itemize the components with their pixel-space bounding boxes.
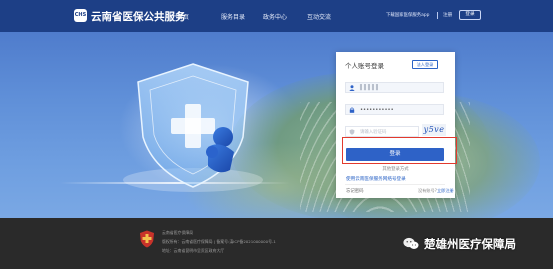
card-divider xyxy=(345,184,445,185)
site-title[interactable]: 云南省医保公共服务 xyxy=(91,9,186,24)
healthcare-security-emblem-icon xyxy=(140,230,154,248)
user-icon xyxy=(349,85,355,91)
legal-person-login-tab[interactable]: 法人登录 xyxy=(412,60,438,69)
captcha-image[interactable]: y5ve xyxy=(422,124,446,136)
nav-home[interactable]: 首页 xyxy=(177,12,189,21)
app-download-link[interactable]: 下载国家医保服务app xyxy=(386,12,429,18)
username-field[interactable]: ▌▌▌▌▌ xyxy=(345,82,444,93)
lock-icon xyxy=(349,107,355,113)
forgot-password-link[interactable]: 忘记密码 xyxy=(346,188,364,194)
username-value: ▌▌▌▌▌ xyxy=(360,84,380,91)
nav-government-center[interactable]: 政务中心 xyxy=(263,12,287,21)
top-header: CHS 云南省医保公共服务 首页 服务目录 政务中心 互动交流 下载国家医保服务… xyxy=(0,0,553,32)
medical-shield-illustration xyxy=(123,63,263,192)
other-login-methods-label: 其他登录方式 xyxy=(382,167,409,172)
captcha-field[interactable]: 请输入验证码 xyxy=(345,126,419,137)
no-account-prefix: 没有账号? xyxy=(418,188,437,193)
shield-check-icon xyxy=(349,129,355,135)
login-card: 个人账号登录 法人登录 ▌▌▌▌▌ ••••••••••• 请输入验证码 y5v… xyxy=(336,52,455,198)
footer-line-3: 地址：云南省昆明市呈贡区政府大厅 xyxy=(162,248,225,253)
footer-line-1: 云南省医疗保障局 xyxy=(162,230,194,235)
hero-banner xyxy=(0,32,553,218)
nav-interaction[interactable]: 互动交流 xyxy=(307,12,331,21)
login-button-highlight-box xyxy=(342,137,457,164)
password-field[interactable]: ••••••••••• xyxy=(345,104,444,115)
login-card-title: 个人账号登录 xyxy=(345,62,384,70)
register-link[interactable]: 注册 xyxy=(443,12,452,18)
footer-line-2: 版权所有：云南省医疗保障局 | 备案号:滇ICP备2021000000号-1 xyxy=(162,239,276,244)
register-now-link[interactable]: 立即注册 xyxy=(437,188,454,193)
alt-login-link[interactable]: 使用云南医保服务网络号登录 xyxy=(346,176,406,182)
password-value: ••••••••••• xyxy=(360,106,394,113)
header-divider xyxy=(437,12,438,19)
captcha-placeholder: 请输入验证码 xyxy=(360,130,387,135)
wechat-icon xyxy=(403,237,419,249)
nav-service-catalog[interactable]: 服务目录 xyxy=(221,12,245,21)
site-logo-icon[interactable]: CHS xyxy=(74,9,87,22)
no-account-text: 没有账号?立即注册 xyxy=(418,188,454,194)
header-login-button[interactable]: 登录 xyxy=(459,10,481,20)
watermark-text: 楚雄州医疗保障局 xyxy=(424,237,516,251)
